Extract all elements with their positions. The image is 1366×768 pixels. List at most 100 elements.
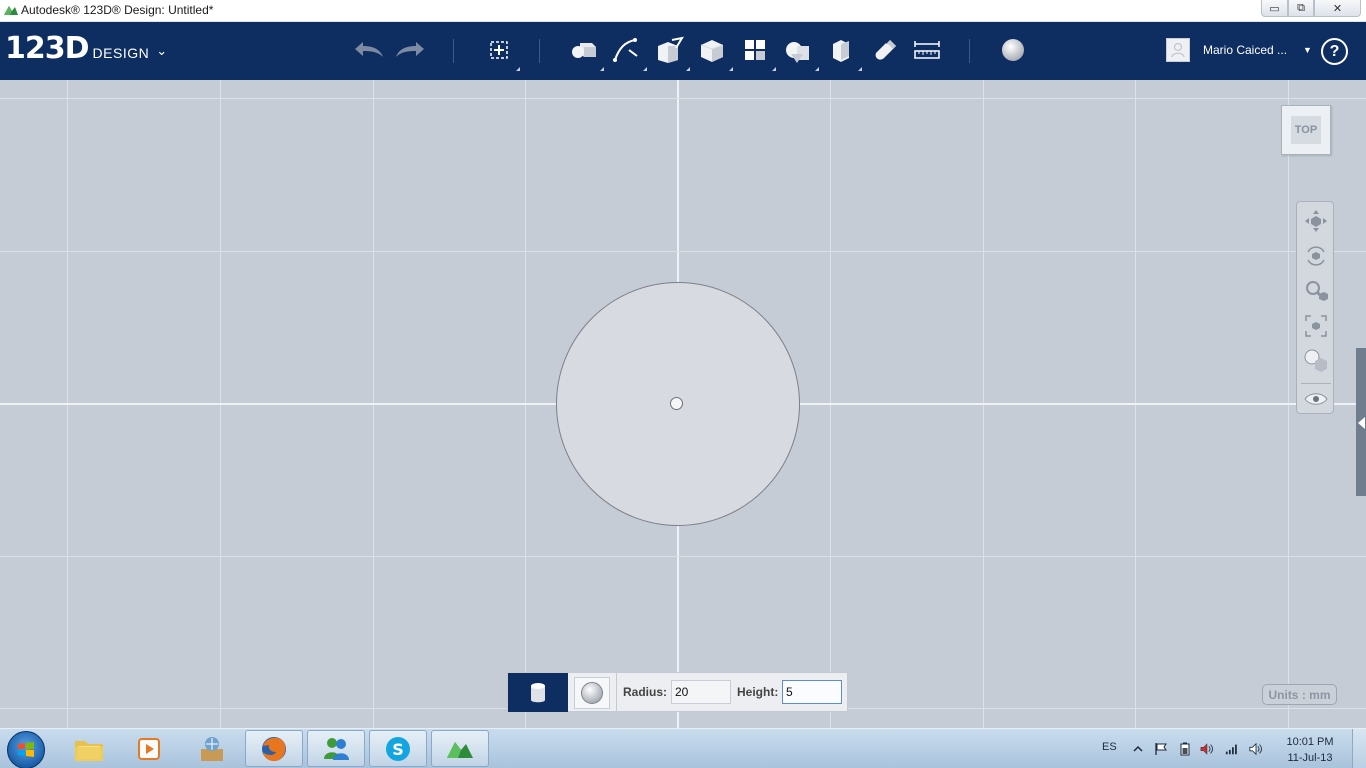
sphere-icon [581,682,603,704]
flag-icon [1155,743,1167,755]
eye-icon [1304,393,1328,405]
action-center-button[interactable] [1154,742,1168,756]
clock-date: 11-Jul-13 [1287,752,1333,764]
snap-tool-button[interactable] [866,32,902,68]
sphere-type-button[interactable] [574,677,610,709]
radius-input[interactable] [671,680,731,704]
close-button[interactable]: ✕ [1314,0,1361,17]
battery-button[interactable] [1178,742,1192,756]
media-player-icon [138,737,160,760]
battery-icon [1180,742,1190,756]
firefox-icon [262,736,286,761]
language-indicator[interactable]: ES [1102,741,1117,753]
toolbar-separator [453,39,454,63]
navigation-bar [1296,201,1334,414]
123d-design-icon [447,741,473,758]
windows-taskbar: S ES 10:01 PM 11-Jul-13 [0,728,1366,768]
close-icon: ✕ [1332,2,1343,15]
toolbar-separator [969,39,970,63]
volume-button[interactable] [1200,742,1214,756]
navbar-separator [1301,383,1331,384]
fit-button[interactable] [1302,312,1330,340]
height-label: Height: [737,685,779,699]
app-menu-button[interactable]: 123D DESIGN ⌄ [5,31,167,66]
panel-divider [616,673,617,712]
minimize-button[interactable]: ▭ [1261,0,1288,17]
taskbar-messenger[interactable] [307,730,365,767]
taskbar-123d-design[interactable] [431,730,489,767]
speaker-icon [1249,742,1262,756]
grid-line [0,556,1366,557]
network-button[interactable] [1225,742,1239,756]
taskbar-media-player[interactable] [120,730,178,767]
messenger-icon [324,737,349,760]
view-cube[interactable]: TOP [1281,105,1331,155]
construct-icon [658,36,684,63]
system-clock[interactable]: 10:01 PM 11-Jul-13 [1280,734,1340,766]
cylinder-icon [531,682,545,702]
fit-icon [1305,315,1327,337]
redo-button[interactable] [393,32,429,68]
transform-tool-button[interactable] [481,32,520,71]
taskbar-skype[interactable]: S [369,730,427,767]
help-button[interactable]: ? [1321,38,1348,65]
sketch-icon [613,38,638,62]
material-button[interactable] [995,32,1031,68]
combine-tool-button[interactable] [823,32,862,71]
clock-time: 10:01 PM [1286,736,1334,748]
cylinder-type-button[interactable] [508,673,568,712]
ruler-icon [914,41,940,59]
sketch-tool-button[interactable] [608,32,647,71]
height-input[interactable] [782,680,842,704]
chevron-down-icon: ▼ [1303,45,1312,55]
logo-subtext: DESIGN [92,45,150,61]
user-account-menu[interactable]: Mario Caiced ... ▼ [1166,38,1312,62]
help-icon: ? [1329,42,1340,60]
svg-text:S: S [392,740,404,759]
speaker-button[interactable] [1249,742,1263,756]
taskbar-games[interactable] [183,730,241,767]
view-style-icon [1304,349,1327,372]
viewport-canvas[interactable]: TOP Radius: Height: [0,80,1366,728]
primitives-icon [572,43,596,58]
user-name: Mario Caiced ... [1203,43,1288,57]
units-button[interactable]: Units : mm [1262,684,1337,705]
games-folder-icon [201,736,223,761]
app-icon [4,6,18,15]
view-cube-face-top[interactable]: TOP [1291,116,1321,144]
pattern-tool-button[interactable] [737,32,776,71]
taskbar-firefox[interactable] [245,730,303,767]
modify-tool-button[interactable] [694,32,733,71]
chevron-up-icon [1133,745,1143,752]
construct-tool-button[interactable] [651,32,690,71]
undo-icon [355,42,383,57]
skype-icon: S [386,736,410,761]
show-hidden-icons-button[interactable] [1131,742,1145,756]
redo-icon [396,42,424,57]
chevron-left-icon[interactable] [1358,417,1365,429]
snap-magnet-icon [875,40,896,60]
group-tool-button[interactable] [780,32,819,71]
restore-button[interactable]: ⧉ [1288,0,1314,17]
primitives-tool-button[interactable] [565,32,604,71]
pan-button[interactable] [1302,207,1330,235]
logo-text: 123D [5,31,90,66]
cylinder-center-handle[interactable] [670,397,683,410]
start-button[interactable] [7,731,45,768]
measure-tool-button[interactable] [909,32,945,68]
transform-icon [490,41,508,59]
folder-icon [75,740,103,761]
zoom-button[interactable] [1302,277,1330,305]
restore-icon: ⧉ [1297,1,1305,14]
window-title-bar: Autodesk® 123D® Design: Untitled* ▭ ⧉ ✕ [0,0,1366,22]
pattern-icon [745,40,765,60]
show-desktop-button[interactable] [1352,729,1366,768]
undo-button[interactable] [350,32,386,68]
orbit-button[interactable] [1302,242,1330,270]
taskbar-explorer[interactable] [60,730,118,767]
view-style-button[interactable] [1302,347,1330,375]
grid-line [0,251,1366,252]
pan-icon [1305,210,1327,232]
main-toolbar: 123D DESIGN ⌄ Mario Caiced ... ▼ ? [0,22,1366,80]
visibility-button[interactable] [1302,385,1330,413]
